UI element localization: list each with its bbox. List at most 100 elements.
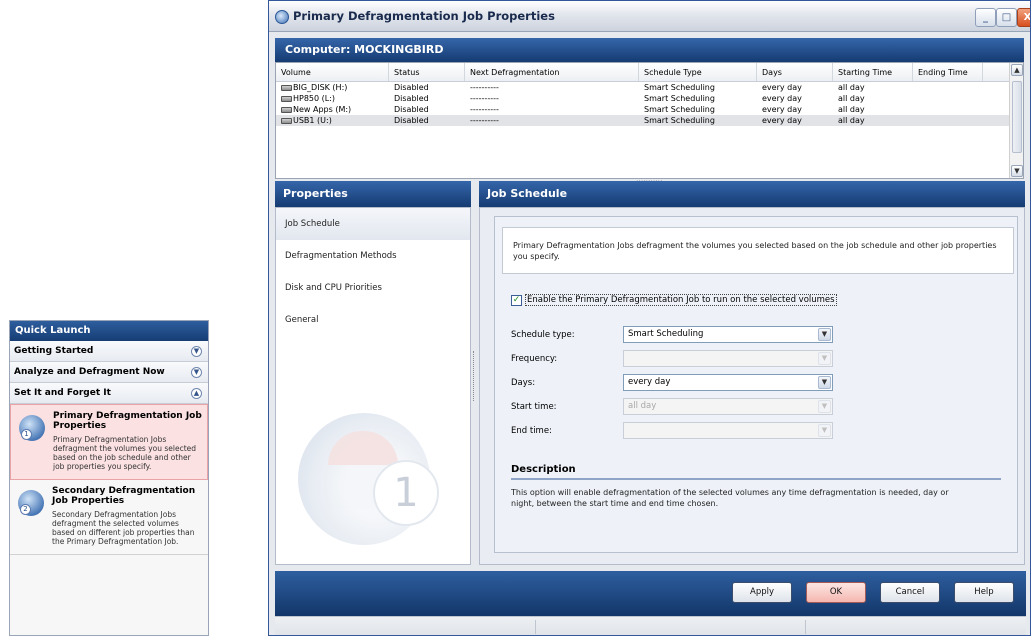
computer-header: Computer: MOCKINGBIRD: [275, 38, 1024, 62]
ql-analyze-defragment[interactable]: Analyze and Defragment Now ▼: [10, 362, 208, 383]
cancel-button[interactable]: Cancel: [880, 582, 940, 603]
description-divider: [511, 478, 1001, 480]
schedule-type-row: Schedule type: Smart Scheduling ▼: [511, 326, 833, 343]
start-time-label: Start time:: [511, 401, 557, 412]
volume-table: Volume Status Next Defragmentation Sched…: [275, 62, 1024, 179]
days-value: every day: [628, 377, 671, 387]
maximize-button[interactable]: □: [996, 8, 1017, 27]
prop-item-disk-cpu-priorities[interactable]: Disk and CPU Priorities: [276, 272, 470, 304]
table-row[interactable]: HP850 (L:) Disabled ---------- Smart Sch…: [276, 93, 1023, 104]
col-header-ending-time[interactable]: Ending Time: [913, 63, 983, 81]
col-header-volume[interactable]: Volume: [276, 63, 389, 81]
scroll-down-icon[interactable]: ▼: [1011, 165, 1023, 177]
prop-item-general[interactable]: General: [276, 304, 470, 336]
schedule-type-label: Schedule type:: [511, 329, 575, 340]
cell-status: Disabled: [394, 105, 429, 114]
table-header: Volume Status Next Defragmentation Sched…: [276, 63, 1023, 82]
job-schedule-content: Primary Defragmentation Jobs defragment …: [494, 216, 1018, 553]
col-header-status[interactable]: Status: [389, 63, 465, 81]
table-row[interactable]: BIG_DISK (H:) Disabled ---------- Smart …: [276, 82, 1023, 93]
volume-name: USB1 (U:): [293, 116, 332, 125]
cell-days: every day: [762, 105, 802, 114]
cell-volume: New Apps (M:): [276, 104, 389, 115]
table-row[interactable]: New Apps (M:) Disabled ---------- Smart …: [276, 104, 1023, 115]
col-header-schedule-type[interactable]: Schedule Type: [639, 63, 757, 81]
scroll-thumb[interactable]: [1012, 81, 1022, 153]
job-schedule-header: Job Schedule: [479, 181, 1025, 207]
ql-card-text: Primary Defragmentation Jobs defragment …: [53, 435, 197, 471]
ql-set-and-forget[interactable]: Set It and Forget It ▲: [10, 383, 208, 404]
end-time-select: ▼: [623, 422, 833, 439]
cell-ending-time: [913, 93, 983, 104]
status-bar: [275, 616, 1026, 635]
cell-next-defrag: ----------: [470, 94, 499, 103]
ql-row-label: Analyze and Defragment Now: [14, 367, 165, 377]
job-schedule-panel: Primary Defragmentation Jobs defragment …: [479, 207, 1025, 565]
status-divider: [535, 620, 536, 634]
ql-row-label: Getting Started: [14, 346, 94, 356]
watermark-number: 1: [373, 460, 439, 526]
col-header-days[interactable]: Days: [757, 63, 833, 81]
cell-ending-time: [913, 115, 983, 126]
chevron-down-icon[interactable]: ▼: [818, 376, 831, 389]
chevron-down-icon[interactable]: ▼: [191, 346, 202, 357]
enable-job-checkbox-row[interactable]: ✓ Enable the Primary Defragmentation Job…: [511, 294, 837, 306]
cell-ending-time: [913, 104, 983, 115]
col-header-next-defrag[interactable]: Next Defragmentation: [465, 63, 639, 81]
cell-schedule-type: Smart Scheduling: [644, 105, 715, 114]
close-button[interactable]: X: [1017, 8, 1030, 27]
frequency-select: ▼: [623, 350, 833, 367]
vertical-splitter[interactable]: [473, 351, 477, 401]
prop-item-job-schedule[interactable]: Job Schedule: [276, 208, 470, 240]
end-time-row: End time: ▼: [511, 422, 833, 439]
cell-starting-time: all day: [838, 83, 865, 92]
help-button[interactable]: Help: [954, 582, 1014, 603]
cell-volume: USB1 (U:): [276, 115, 389, 126]
chevron-down-icon[interactable]: ▼: [818, 328, 831, 341]
minimize-button[interactable]: _: [975, 8, 996, 27]
cell-next-defrag: ----------: [470, 83, 499, 92]
cell-status: Disabled: [394, 83, 429, 92]
vertical-scrollbar[interactable]: ▲ ▼: [1009, 63, 1023, 178]
table-row-selected[interactable]: USB1 (U:) Disabled ---------- Smart Sche…: [276, 115, 1023, 126]
quick-launch-title: Quick Launch: [10, 321, 208, 341]
prop-item-defrag-methods[interactable]: Defragmentation Methods: [276, 240, 470, 272]
cell-days: every day: [762, 83, 802, 92]
defrag-disk-icon: 2: [18, 490, 44, 516]
schedule-type-value: Smart Scheduling: [628, 329, 704, 339]
scroll-up-icon[interactable]: ▲: [1011, 64, 1023, 76]
ql-card-primary-job[interactable]: 1 Primary Defragmentation Job Properties…: [10, 404, 208, 480]
start-time-select: all day ▼: [623, 398, 833, 415]
cell-starting-time: all day: [838, 116, 865, 125]
days-select[interactable]: every day ▼: [623, 374, 833, 391]
button-bar: Apply OK Cancel Help: [275, 571, 1026, 616]
chevron-down-icon[interactable]: ▼: [191, 367, 202, 378]
enable-job-checkbox[interactable]: ✓: [511, 294, 522, 306]
properties-list: Job Schedule Defragmentation Methods Dis…: [275, 207, 471, 565]
status-divider: [805, 620, 806, 634]
cell-volume: HP850 (L:): [276, 93, 389, 104]
col-header-starting-time[interactable]: Starting Time: [833, 63, 913, 81]
cell-starting-time: all day: [838, 94, 865, 103]
ok-button[interactable]: OK: [806, 582, 866, 603]
frequency-row: Frequency: ▼: [511, 350, 833, 367]
start-time-row: Start time: all day ▼: [511, 398, 833, 415]
schedule-intro-text: Primary Defragmentation Jobs defragment …: [502, 227, 1014, 274]
chevron-up-icon[interactable]: ▲: [191, 388, 202, 399]
apply-button[interactable]: Apply: [732, 582, 792, 603]
volume-name: New Apps (M:): [293, 105, 352, 114]
properties-header: Properties: [275, 181, 471, 207]
drive-icon: [281, 95, 292, 102]
enable-job-label[interactable]: Enable the Primary Defragmentation Job t…: [525, 294, 837, 306]
ql-card-title: Primary Defragmentation Job Properties: [53, 411, 202, 431]
ql-card-secondary-job[interactable]: 2 Secondary Defragmentation Job Properti…: [10, 480, 208, 555]
end-time-label: End time:: [511, 425, 552, 436]
schedule-type-select[interactable]: Smart Scheduling ▼: [623, 326, 833, 343]
title-bar[interactable]: Primary Defragmentation Job Properties _…: [269, 1, 1030, 32]
frequency-label: Frequency:: [511, 353, 558, 364]
ql-getting-started[interactable]: Getting Started ▼: [10, 341, 208, 362]
drive-icon: [281, 84, 292, 91]
watermark-segment: [328, 431, 398, 465]
chevron-down-icon: ▼: [818, 400, 831, 413]
cell-status: Disabled: [394, 94, 429, 103]
